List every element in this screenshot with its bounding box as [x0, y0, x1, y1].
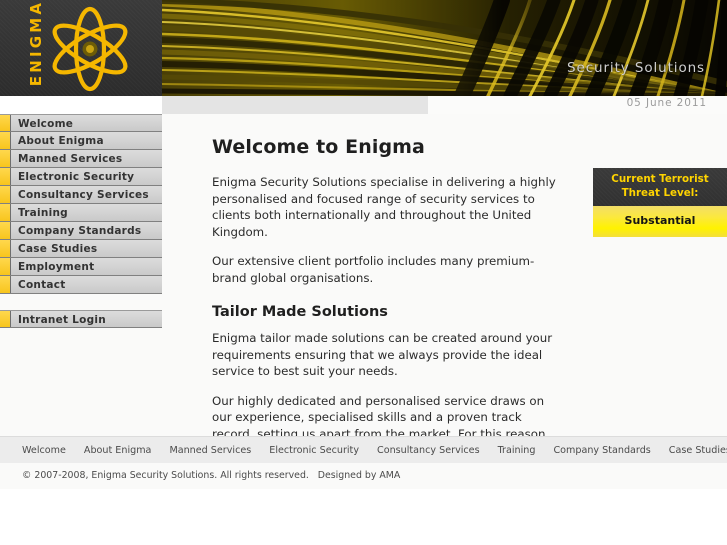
sidebar-item-about-enigma[interactable]: About Enigma [0, 132, 162, 150]
content-column: Welcome to Enigma Enigma Security Soluti… [212, 136, 557, 475]
nav-accent-bar [0, 258, 11, 275]
sidebar: Welcome About Enigma Manned Services Ele… [0, 114, 162, 436]
nav-accent-bar [0, 168, 11, 185]
page-root: ENIGMA Security Solutions 05 June 2011 [0, 0, 727, 545]
atom-icon [44, 4, 136, 94]
copyright-text: © 2007-2008, Enigma Security Solutions. … [22, 470, 400, 481]
footer-link-consultancy-services[interactable]: Consultancy Services [377, 445, 480, 456]
current-date: 05 June 2011 [627, 97, 707, 109]
footer-nav: Welcome About Enigma Manned Services Ele… [0, 436, 727, 463]
logo-block[interactable]: ENIGMA [0, 0, 162, 96]
nav-accent-bar [0, 132, 11, 149]
nav-accent-bar [0, 115, 11, 131]
sidebar-item-electronic-security[interactable]: Electronic Security [0, 168, 162, 186]
sidebar-item-consultancy-services[interactable]: Consultancy Services [0, 186, 162, 204]
tailor-paragraph-1: Enigma tailor made solutions can be crea… [212, 330, 557, 380]
nav-accent-bar [0, 311, 11, 327]
footer-links: Welcome About Enigma Manned Services Ele… [22, 437, 727, 464]
section-title-tailor-made: Tailor Made Solutions [212, 304, 557, 320]
site-tagline: Security Solutions [567, 60, 705, 76]
page-bottom-filler [0, 489, 727, 545]
footer-link-welcome[interactable]: Welcome [22, 445, 66, 456]
sidebar-item-label: Company Standards [18, 222, 141, 240]
nav-accent-bar [0, 222, 11, 239]
intro-paragraph-2: Our extensive client portfolio includes … [212, 253, 557, 286]
threat-level-value: Substantial [593, 206, 727, 237]
sidebar-item-intranet-login[interactable]: Intranet Login [0, 310, 162, 328]
sidebar-item-label: Employment [18, 258, 94, 276]
sidebar-item-label: Consultancy Services [18, 186, 149, 204]
sidebar-item-contact[interactable]: Contact [0, 276, 162, 294]
footer-link-case-studies[interactable]: Case Studies [669, 445, 727, 456]
banner-artwork [162, 0, 727, 96]
grey-tab [162, 96, 428, 114]
brand-name-text: ENIGMA [27, 0, 45, 91]
sidebar-item-label: About Enigma [18, 132, 104, 150]
body-wrap: Welcome About Enigma Manned Services Ele… [0, 114, 727, 436]
sidebar-item-label: Training [18, 204, 68, 222]
sidebar-item-company-standards[interactable]: Company Standards [0, 222, 162, 240]
nav-accent-bar [0, 240, 11, 257]
main-content: Welcome to Enigma Enigma Security Soluti… [162, 114, 727, 436]
page-title: Welcome to Enigma [212, 136, 557, 158]
intranet-login-group: Intranet Login [0, 310, 162, 328]
nav-accent-bar [0, 204, 11, 221]
nav-accent-bar [0, 276, 11, 293]
footer-link-electronic-security[interactable]: Electronic Security [269, 445, 359, 456]
nav-accent-bar [0, 186, 11, 203]
sidebar-item-label: Electronic Security [18, 168, 134, 186]
threat-level-heading: Current Terrorist Threat Level: [593, 168, 727, 206]
threat-level-widget: Current Terrorist Threat Level: Substant… [593, 168, 727, 237]
footer-legal: © 2007-2008, Enigma Security Solutions. … [0, 463, 727, 489]
intro-paragraph-1: Enigma Security Solutions specialise in … [212, 174, 557, 240]
footer-link-manned-services[interactable]: Manned Services [169, 445, 251, 456]
nav-accent-bar [0, 150, 11, 167]
sidebar-item-label: Contact [18, 276, 66, 294]
sidebar-item-case-studies[interactable]: Case Studies [0, 240, 162, 258]
sidebar-item-welcome[interactable]: Welcome [0, 114, 162, 132]
footer-link-company-standards[interactable]: Company Standards [553, 445, 650, 456]
sidebar-nav: Welcome About Enigma Manned Services Ele… [0, 114, 162, 294]
sidebar-item-label: Manned Services [18, 150, 122, 168]
sidebar-item-training[interactable]: Training [0, 204, 162, 222]
sidebar-item-employment[interactable]: Employment [0, 258, 162, 276]
sidebar-item-label: Welcome [18, 115, 73, 133]
footer-link-training[interactable]: Training [498, 445, 536, 456]
sidebar-item-label: Case Studies [18, 240, 97, 258]
sidebar-item-label: Intranet Login [18, 311, 106, 329]
sidebar-item-manned-services[interactable]: Manned Services [0, 150, 162, 168]
footer-link-about-enigma[interactable]: About Enigma [84, 445, 152, 456]
site-header: ENIGMA Security Solutions [0, 0, 727, 96]
